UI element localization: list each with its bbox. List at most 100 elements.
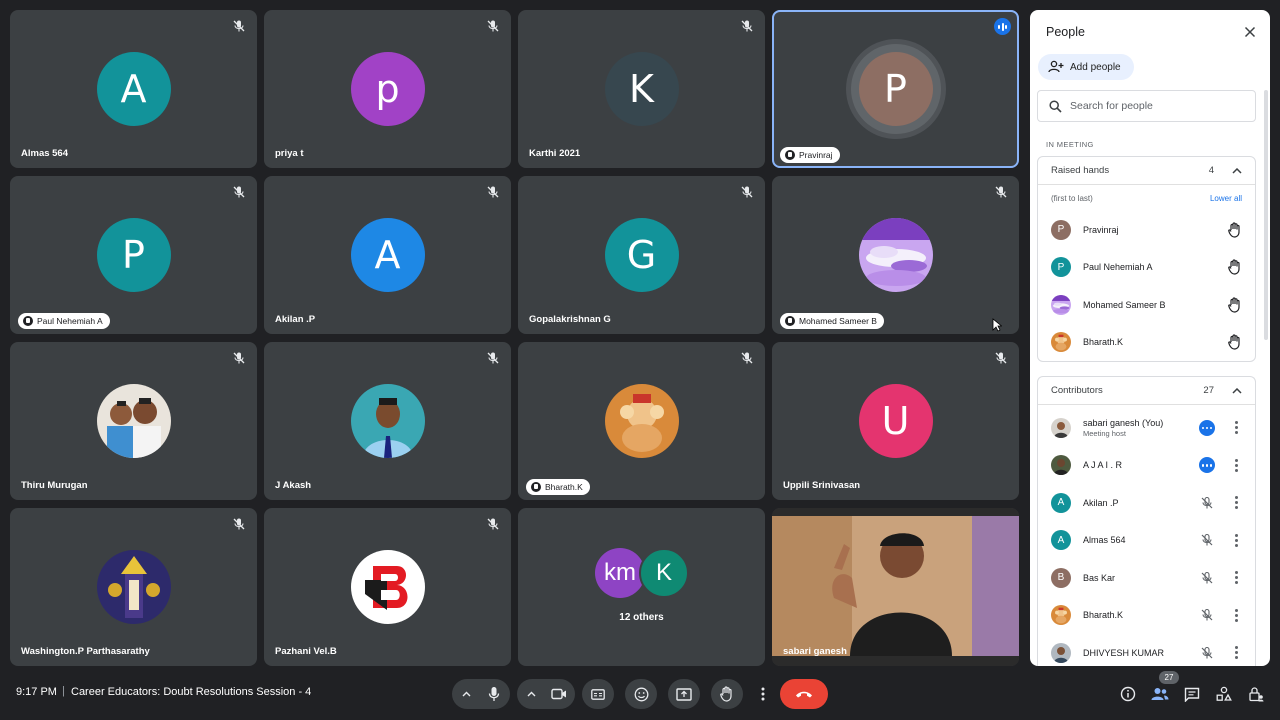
mic-off-icon[interactable] bbox=[1199, 495, 1215, 511]
more-vert-icon bbox=[761, 687, 765, 701]
hand-icon bbox=[531, 482, 541, 492]
more-vert-icon[interactable] bbox=[1229, 457, 1243, 473]
add-people-button[interactable]: Add people bbox=[1038, 54, 1134, 80]
raised-hands-header[interactable]: Raised hands 4 bbox=[1038, 157, 1255, 185]
participant-avatar: P bbox=[1051, 219, 1071, 240]
hand-icon bbox=[785, 316, 795, 326]
participant-row[interactable]: DHIVYESH KUMAR bbox=[1038, 634, 1255, 666]
people-search-input[interactable]: Search for people bbox=[1037, 90, 1256, 122]
emoji-button[interactable] bbox=[625, 679, 657, 709]
participant-tile[interactable]: P Pravinraj bbox=[772, 10, 1019, 168]
participant-tile[interactable]: Thiru Murugan bbox=[10, 342, 257, 500]
participant-row[interactable]: A Almas 564 bbox=[1038, 522, 1255, 560]
host-controls-button[interactable] bbox=[1246, 684, 1266, 704]
participant-tile[interactable]: p priya t bbox=[264, 10, 511, 168]
more-options-icon[interactable] bbox=[1199, 457, 1215, 474]
more-vert-icon[interactable] bbox=[1229, 607, 1243, 623]
participant-avatar bbox=[1051, 294, 1071, 315]
mic-button[interactable] bbox=[480, 679, 508, 709]
participant-name: Bharath.K bbox=[1083, 610, 1124, 621]
more-vert-icon[interactable] bbox=[1229, 495, 1243, 511]
participant-avatar: B bbox=[1051, 567, 1071, 588]
meeting-details-button[interactable] bbox=[1118, 684, 1138, 704]
more-vert-icon[interactable] bbox=[1229, 570, 1243, 586]
participant-tile[interactable]: km K 12 others bbox=[518, 508, 765, 666]
mic-off-icon[interactable] bbox=[1199, 645, 1215, 661]
others-count-label: 12 others bbox=[619, 612, 664, 623]
participant-tile[interactable]: P Paul Nehemiah A bbox=[10, 176, 257, 334]
camera-button[interactable] bbox=[545, 679, 573, 709]
more-vert-icon[interactable] bbox=[1229, 532, 1243, 548]
participant-tile[interactable]: Pazhani Vel.B bbox=[264, 508, 511, 666]
more-options-button[interactable] bbox=[754, 679, 772, 709]
search-placeholder: Search for people bbox=[1070, 100, 1153, 112]
mic-off-icon[interactable] bbox=[1199, 570, 1215, 586]
participant-avatar bbox=[350, 550, 425, 624]
video-camera-icon bbox=[551, 688, 566, 700]
more-vert-icon[interactable] bbox=[1229, 420, 1243, 436]
participant-row[interactable]: sabari ganesh (You) Meeting host bbox=[1038, 409, 1255, 447]
mic-off-icon bbox=[232, 185, 246, 199]
people-button[interactable] bbox=[1150, 684, 1170, 704]
panel-title: People bbox=[1046, 25, 1085, 39]
participant-avatar bbox=[604, 384, 679, 458]
participant-row[interactable]: Bharath.K bbox=[1038, 324, 1255, 362]
mic-options-button[interactable] bbox=[452, 679, 480, 709]
contributors-header[interactable]: Contributors 27 bbox=[1038, 377, 1255, 405]
host-lock-icon bbox=[1249, 687, 1264, 702]
participant-name: Washington.P Parthasarathy bbox=[21, 646, 150, 657]
participant-tile[interactable]: sabari ganesh bbox=[772, 508, 1019, 666]
more-vert-icon[interactable] bbox=[1229, 645, 1243, 661]
lower-all-button[interactable]: Lower all bbox=[1210, 194, 1242, 203]
participant-row[interactable]: Bharath.K bbox=[1038, 597, 1255, 635]
raised-hand-icon[interactable] bbox=[1227, 222, 1243, 238]
participant-name: Paul Nehemiah A bbox=[37, 316, 103, 326]
participant-row[interactable]: P Pravinraj bbox=[1038, 211, 1255, 249]
raised-hand-chip: Bharath.K bbox=[526, 479, 590, 495]
participant-tile[interactable]: Washington.P Parthasarathy bbox=[10, 508, 257, 666]
raised-hand-icon[interactable] bbox=[1227, 297, 1243, 313]
leave-call-button[interactable] bbox=[780, 679, 828, 709]
chat-button[interactable] bbox=[1182, 684, 1202, 704]
participant-tile[interactable]: J Akash bbox=[264, 342, 511, 500]
activities-button[interactable] bbox=[1214, 684, 1234, 704]
participant-tile[interactable]: G Gopalakrishnan G bbox=[518, 176, 765, 334]
participant-avatar bbox=[96, 550, 171, 624]
participant-row[interactable]: P Paul Nehemiah A bbox=[1038, 249, 1255, 287]
chevron-up-icon[interactable] bbox=[1232, 167, 1242, 174]
present-button[interactable] bbox=[668, 679, 700, 709]
more-options-icon[interactable] bbox=[1199, 419, 1215, 436]
mic-off-icon bbox=[740, 19, 754, 33]
participant-tile[interactable]: K Karthi 2021 bbox=[518, 10, 765, 168]
mic-off-icon bbox=[740, 185, 754, 199]
search-icon bbox=[1049, 99, 1062, 113]
mic-off-icon[interactable] bbox=[1199, 532, 1215, 548]
chevron-up-icon[interactable] bbox=[1232, 387, 1242, 394]
participant-name: Pravinraj bbox=[799, 150, 833, 160]
mic-off-icon[interactable] bbox=[1199, 607, 1215, 623]
others-avatar: km bbox=[595, 548, 645, 598]
participant-row[interactable]: Mohamed Sameer B bbox=[1038, 286, 1255, 324]
raised-hand-chip: Pravinraj bbox=[780, 147, 840, 163]
raise-hand-button[interactable] bbox=[711, 679, 743, 709]
participant-row[interactable]: A J A I . R bbox=[1038, 447, 1255, 485]
close-icon[interactable] bbox=[1242, 24, 1258, 40]
chevron-up-icon bbox=[462, 691, 470, 697]
mic-off-icon bbox=[486, 517, 500, 531]
participant-avatar bbox=[1051, 605, 1071, 626]
captions-button[interactable] bbox=[582, 679, 614, 709]
camera-options-button[interactable] bbox=[517, 679, 545, 709]
participant-tile[interactable]: A Akilan .P bbox=[264, 176, 511, 334]
participant-tile[interactable]: U Uppili Srinivasan bbox=[772, 342, 1019, 500]
participant-tile[interactable]: Mohamed Sameer B bbox=[772, 176, 1019, 334]
panel-scrollbar[interactable] bbox=[1264, 90, 1268, 340]
raised-hand-icon[interactable] bbox=[1227, 259, 1243, 275]
raised-hand-icon[interactable] bbox=[1227, 334, 1243, 350]
participant-tile[interactable]: Bharath.K bbox=[518, 342, 765, 500]
participant-tile[interactable]: A Almas 564 bbox=[10, 10, 257, 168]
participant-row[interactable]: A Akilan .P bbox=[1038, 484, 1255, 522]
participant-row[interactable]: B Bas Kar bbox=[1038, 559, 1255, 597]
participant-name: Pazhani Vel.B bbox=[275, 646, 337, 657]
participant-name: Thiru Murugan bbox=[21, 480, 88, 491]
hand-icon bbox=[23, 316, 33, 326]
